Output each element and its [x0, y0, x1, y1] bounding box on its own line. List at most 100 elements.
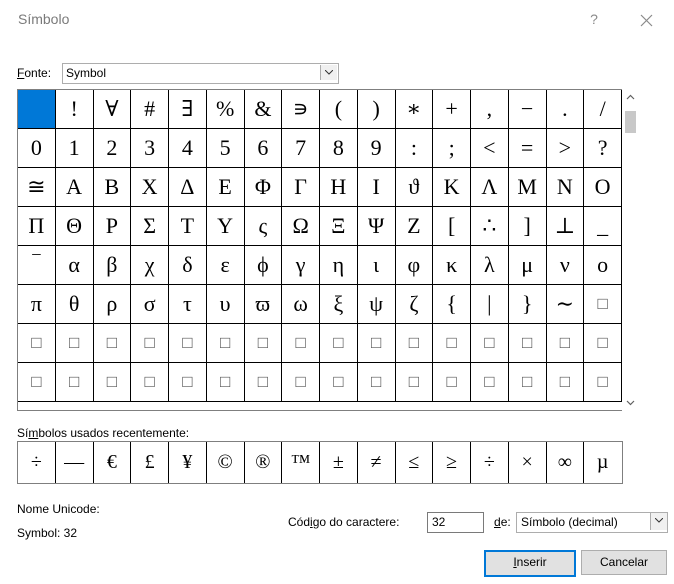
recent-symbol[interactable]: ≤ — [396, 442, 434, 483]
symbol-cell[interactable]: Λ — [471, 168, 509, 207]
symbol-cell[interactable]: π — [18, 285, 56, 324]
symbol-cell[interactable]: δ — [169, 246, 207, 285]
recent-symbol[interactable]: ÷ — [471, 442, 509, 483]
scroll-up-button[interactable] — [622, 89, 639, 106]
symbol-cell[interactable]: / — [584, 90, 622, 129]
symbol-cell[interactable]: 1 — [55, 129, 94, 168]
recent-symbol[interactable]: ¥ — [169, 442, 207, 483]
recent-symbol[interactable]: ® — [245, 442, 283, 483]
symbol-cell[interactable]: ρ — [93, 285, 132, 324]
symbol-cell[interactable]: ∍ — [282, 90, 320, 129]
symbol-cell[interactable]: □ — [206, 324, 245, 363]
symbol-cell[interactable]: □ — [471, 324, 509, 363]
symbol-cell[interactable]: 7 — [282, 129, 320, 168]
symbol-cell[interactable]: □ — [18, 363, 56, 402]
symbol-cell[interactable]: Π — [18, 207, 56, 246]
symbol-cell[interactable]: > — [546, 129, 585, 168]
symbol-cell[interactable]: Ζ — [395, 207, 434, 246]
symbol-cell[interactable]: □ — [508, 363, 547, 402]
symbol-cell[interactable]: Η — [320, 168, 358, 207]
symbol-cell[interactable]: □ — [357, 363, 396, 402]
scroll-thumb[interactable] — [625, 111, 636, 133]
symbol-cell[interactable]: □ — [18, 324, 56, 363]
font-select[interactable]: Symbol — [62, 63, 339, 84]
symbol-cell[interactable]: □ — [508, 324, 547, 363]
symbol-cell[interactable]: χ — [131, 246, 169, 285]
symbol-cell[interactable]: + — [433, 90, 471, 129]
symbol-cell[interactable]: □ — [584, 324, 622, 363]
symbol-cell[interactable]: Κ — [433, 168, 471, 207]
symbol-cell[interactable]: Φ — [244, 168, 283, 207]
symbol-cell[interactable]: □ — [131, 363, 169, 402]
symbol-cell[interactable]: : — [395, 129, 434, 168]
symbol-cell[interactable]: □ — [320, 363, 358, 402]
recent-symbol[interactable]: µ — [584, 442, 621, 483]
symbol-cell[interactable]: & — [244, 90, 283, 129]
symbol-cell[interactable]: ω — [282, 285, 320, 324]
symbol-cell[interactable]: □ — [169, 363, 207, 402]
symbol-cell[interactable]: □ — [55, 363, 94, 402]
symbol-cell[interactable]: ∗ — [395, 90, 434, 129]
recent-symbol[interactable]: ÷ — [18, 442, 56, 483]
symbol-cell[interactable]: Ψ — [357, 207, 396, 246]
symbol-cell[interactable]: Ρ — [93, 207, 132, 246]
recent-symbol[interactable]: © — [207, 442, 245, 483]
symbol-cell[interactable]: ψ — [357, 285, 396, 324]
symbol-cell[interactable]: { — [433, 285, 471, 324]
symbol-cell[interactable]: | — [471, 285, 509, 324]
symbol-cell[interactable]: σ — [131, 285, 169, 324]
symbol-cell[interactable]: Δ — [169, 168, 207, 207]
symbol-cell[interactable]: = — [508, 129, 547, 168]
symbol-cell[interactable]: Χ — [131, 168, 169, 207]
recent-symbol[interactable]: € — [94, 442, 132, 483]
symbol-cell[interactable]: □ — [282, 363, 320, 402]
recent-symbol[interactable]: ≥ — [433, 442, 471, 483]
symbol-cell[interactable]: 0 — [18, 129, 56, 168]
symbol-cell[interactable]: □ — [357, 324, 396, 363]
symbol-cell[interactable]: } — [508, 285, 547, 324]
symbol-cell[interactable]: ! — [55, 90, 94, 129]
symbol-cell[interactable]: ϖ — [244, 285, 283, 324]
symbol-cell[interactable]: ∴ — [471, 207, 509, 246]
symbol-cell[interactable]: □ — [584, 363, 622, 402]
symbol-grid-scrollbar[interactable] — [622, 89, 639, 411]
symbol-cell[interactable]: □ — [282, 324, 320, 363]
symbol-cell[interactable]: % — [206, 90, 245, 129]
symbol-cell[interactable]: ϑ — [395, 168, 434, 207]
symbol-cell[interactable]: 2 — [93, 129, 132, 168]
symbol-cell[interactable]: . — [546, 90, 585, 129]
symbol-cell[interactable]: # — [131, 90, 169, 129]
symbol-cell[interactable] — [18, 90, 56, 129]
symbol-cell[interactable]: β — [93, 246, 132, 285]
recent-symbol[interactable]: £ — [131, 442, 169, 483]
symbol-cell[interactable]: □ — [433, 324, 471, 363]
symbol-cell[interactable]: Μ — [508, 168, 547, 207]
insert-button[interactable]: Inserir — [484, 550, 576, 577]
symbol-cell[interactable]: ∀ — [93, 90, 132, 129]
recent-symbol[interactable]: ™ — [282, 442, 320, 483]
symbol-cell[interactable]: Γ — [282, 168, 320, 207]
symbol-cell[interactable]: ξ — [320, 285, 358, 324]
symbol-cell[interactable]: Ι — [357, 168, 396, 207]
symbol-cell[interactable]: ? — [584, 129, 622, 168]
symbol-cell[interactable]: □ — [546, 324, 585, 363]
symbol-cell[interactable]: λ — [471, 246, 509, 285]
cancel-button[interactable]: Cancelar — [581, 550, 667, 575]
symbol-cell[interactable]: ) — [357, 90, 396, 129]
symbol-cell[interactable]: 5 — [206, 129, 245, 168]
symbol-cell[interactable]: ι — [357, 246, 396, 285]
symbol-cell[interactable]: ο — [584, 246, 622, 285]
symbol-cell[interactable]: □ — [55, 324, 94, 363]
symbol-cell[interactable]: ( — [320, 90, 358, 129]
symbol-cell[interactable]: − — [508, 90, 547, 129]
recent-symbol[interactable]: × — [509, 442, 547, 483]
char-code-input[interactable]: 32 — [427, 512, 484, 533]
close-button[interactable] — [632, 6, 662, 34]
symbol-cell[interactable]: Α — [55, 168, 94, 207]
symbol-cell[interactable]: Ν — [546, 168, 585, 207]
symbol-cell[interactable]: Β — [93, 168, 132, 207]
help-button[interactable]: ? — [584, 11, 604, 31]
code-from-select[interactable]: Símbolo (decimal) — [516, 512, 668, 533]
symbol-cell[interactable]: ≅ — [18, 168, 56, 207]
symbol-cell[interactable]: φ — [395, 246, 434, 285]
